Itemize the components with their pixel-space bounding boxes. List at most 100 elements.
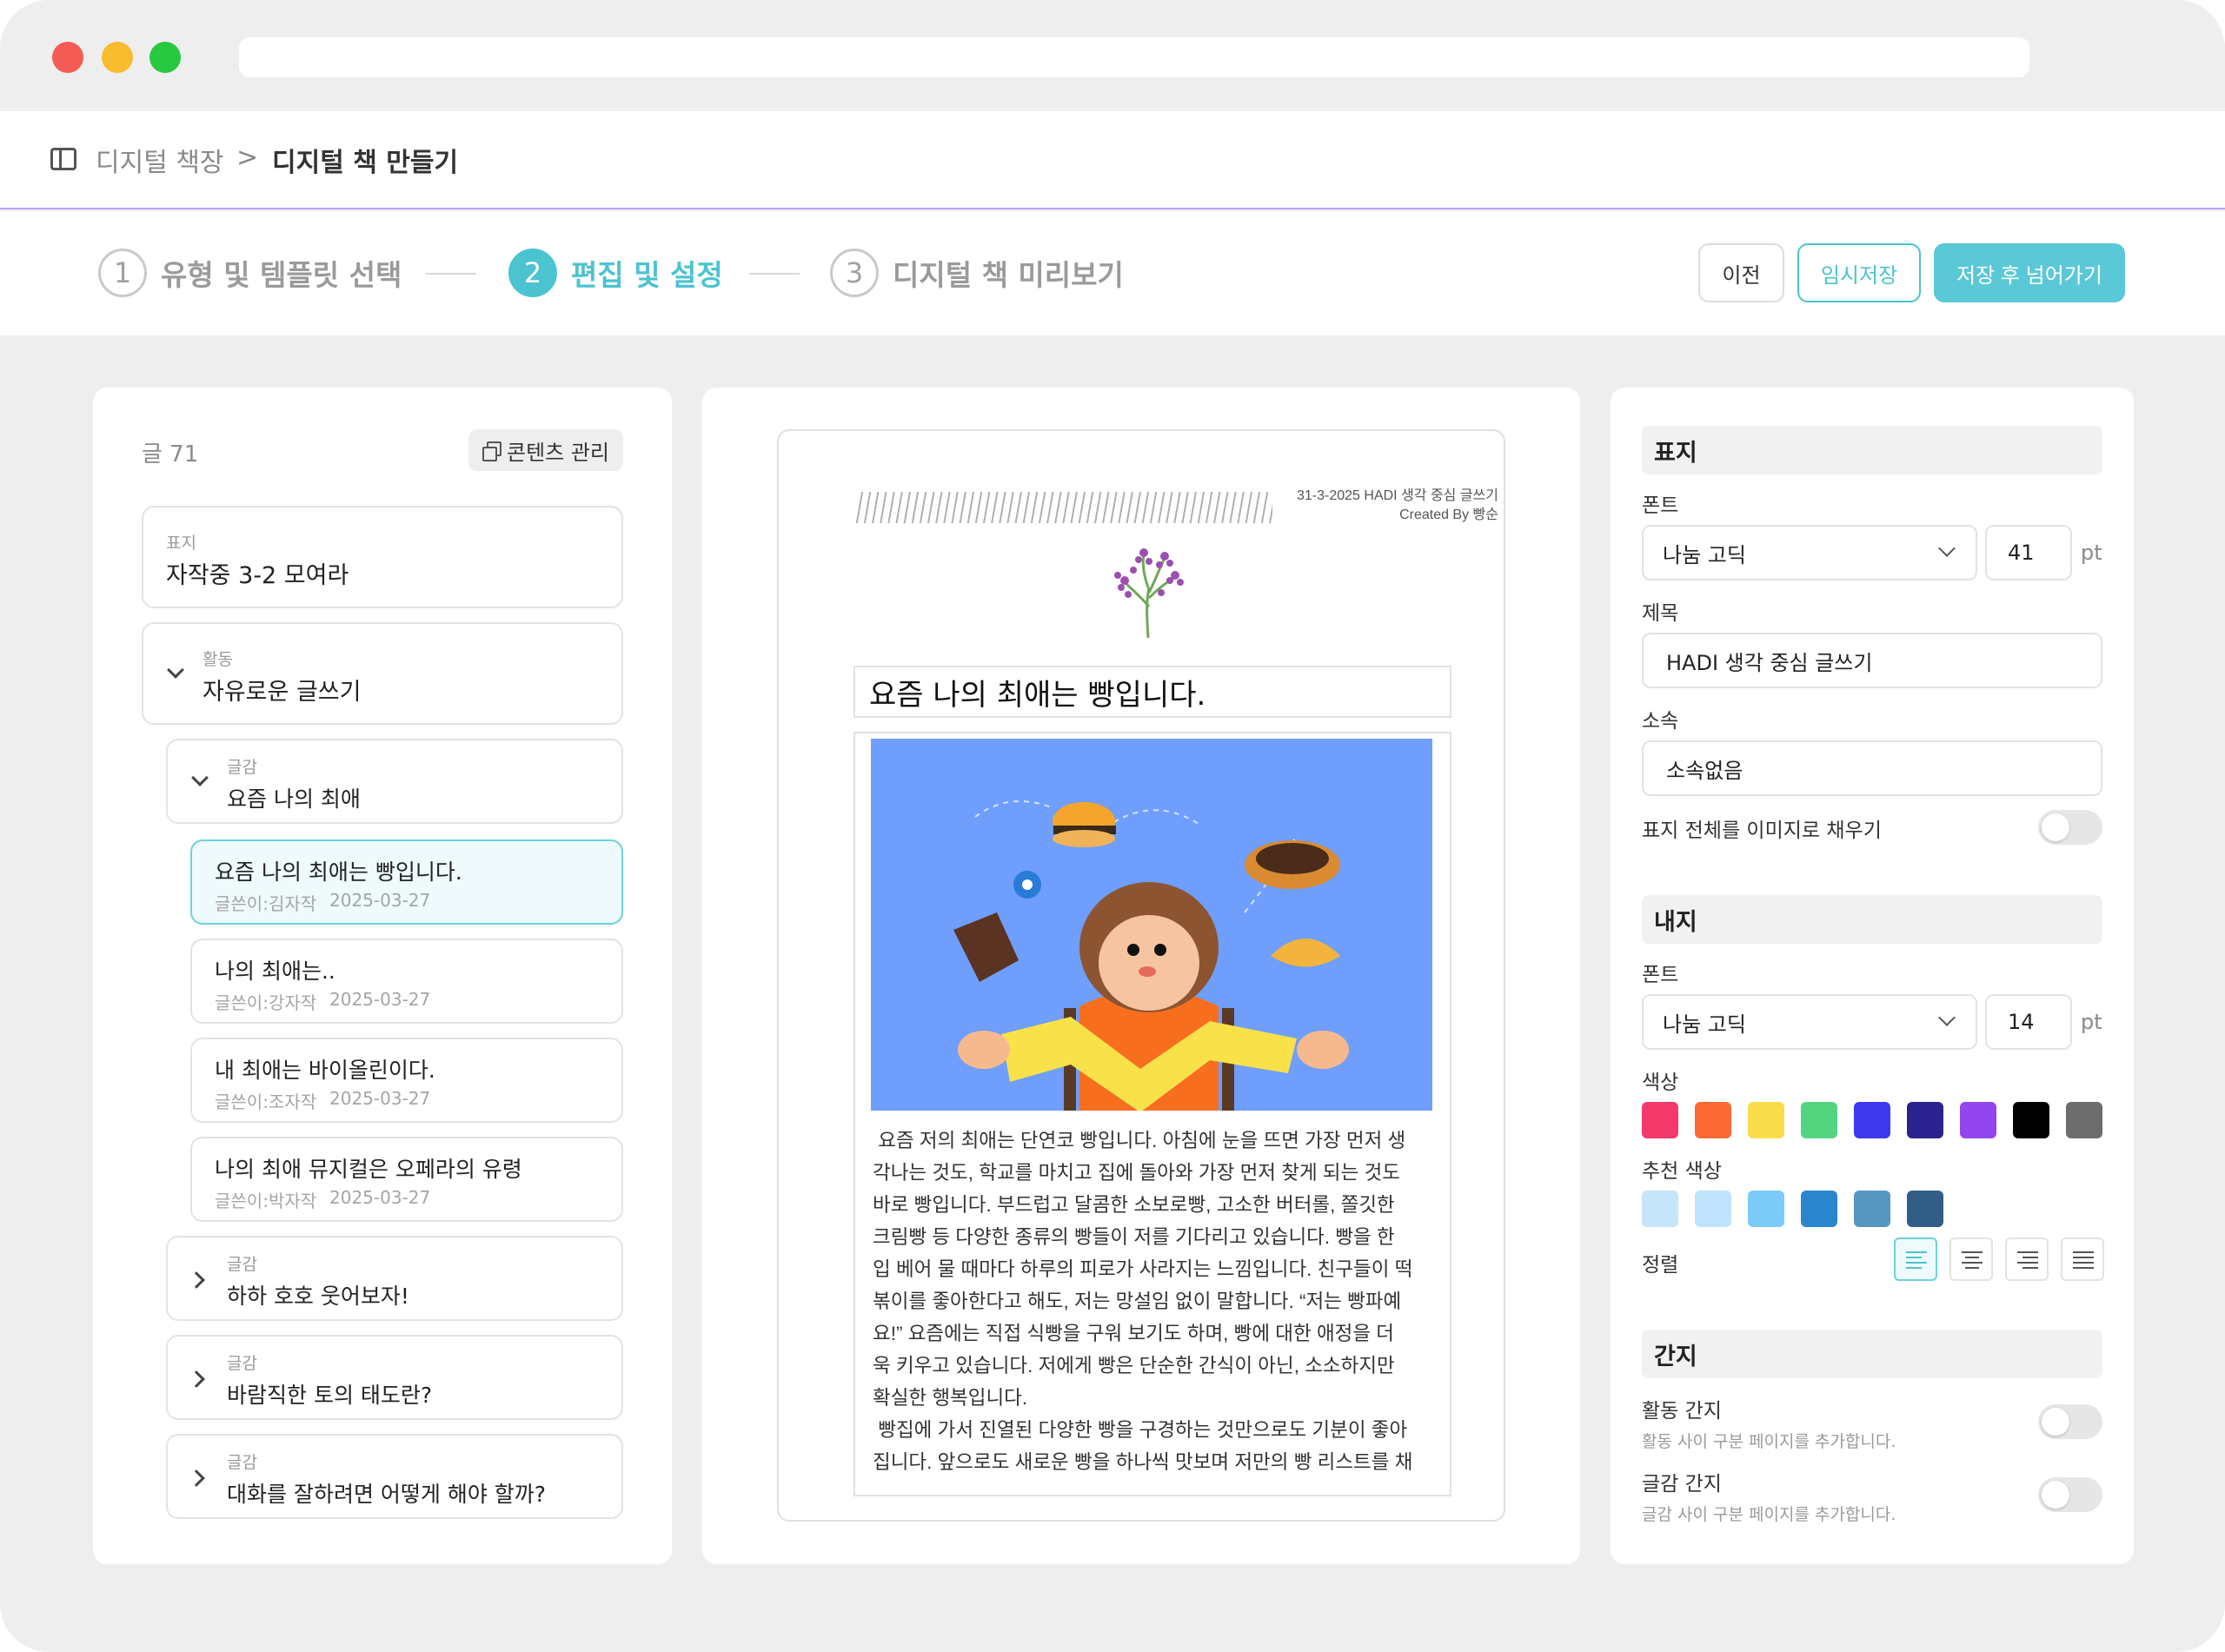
chevron-right-icon[interactable] <box>188 1470 205 1487</box>
post-title: 내 최애는 바이올린이다. <box>215 1058 435 1083</box>
color-swatch[interactable] <box>1907 1102 1943 1138</box>
post-item[interactable]: 내 최애는 바이올린이다. 글쓴이:조자작 2025-03-27 <box>190 1038 623 1123</box>
color-swatch[interactable] <box>1854 1102 1890 1138</box>
bread-illustration <box>871 739 1432 1111</box>
cover-font-size-input[interactable]: 41 <box>1985 525 2072 581</box>
cover-section-heading: 표지 <box>1642 426 2102 474</box>
color-swatch[interactable] <box>1801 1102 1837 1138</box>
body-line: 확실한 행복입니다. <box>873 1387 1028 1409</box>
body-line: 요즘 저의 최애는 단연코 빵입니다. 아침에 눈을 뜨면 가장 먼저 생 <box>873 1130 1406 1151</box>
topic-card[interactable]: 글감 바람직한 토의 태도란? <box>166 1335 623 1420</box>
cover-font-label: 폰트 <box>1642 494 1679 517</box>
color-swatch[interactable] <box>1642 1102 1678 1138</box>
post-count: 글 71 <box>142 441 199 468</box>
prev-button[interactable]: 이전 <box>1698 243 1784 302</box>
step-connector <box>749 273 800 275</box>
step-label: 디지털 책 미리보기 <box>893 258 1124 292</box>
activity-divider-label: 활동 간지 <box>1642 1400 1722 1423</box>
inner-font-label: 폰트 <box>1642 964 1679 986</box>
content-manage-button[interactable]: 콘텐츠 관리 <box>468 429 623 471</box>
browser-window: 디지털 책장 > 디지털 책 만들기 1 유형 및 템플릿 선택 2 편집 및 … <box>0 0 2225 1652</box>
chevron-down-icon <box>1938 540 1956 557</box>
card-type-label: 글감 <box>227 1354 257 1373</box>
post-author: 글쓴이:조자작 <box>215 1091 317 1112</box>
title-bar <box>0 0 2225 111</box>
address-bar[interactable] <box>239 37 2029 77</box>
step-2[interactable]: 2 편집 및 설정 <box>508 248 723 298</box>
chevron-down-icon[interactable] <box>167 661 184 679</box>
card-title: 바람직한 토의 태도란? <box>227 1383 433 1408</box>
page-body[interactable]: 요즘 저의 최애는 단연코 빵입니다. 아침에 눈을 뜨면 가장 먼저 생 각나는… <box>853 732 1451 1496</box>
recommended-color-swatch[interactable] <box>1642 1191 1678 1227</box>
cover-affiliation-input[interactable]: 소속없음 <box>1642 740 2102 796</box>
save-next-button[interactable]: 저장 후 넘어가기 <box>1934 243 2125 302</box>
post-date: 2025-03-27 <box>329 1187 431 1208</box>
step-label: 편집 및 설정 <box>571 258 723 292</box>
step-3[interactable]: 3 디지털 책 미리보기 <box>830 248 1124 298</box>
card-type-label: 글감 <box>227 758 257 777</box>
maximize-window-dot[interactable] <box>149 42 181 73</box>
sidebar-toggle-icon[interactable] <box>50 148 76 170</box>
post-title: 나의 최애 뮤지컬은 오페라의 유령 <box>215 1157 522 1182</box>
recommended-color-swatch[interactable] <box>1854 1191 1890 1227</box>
card-type-label: 글감 <box>227 1255 257 1274</box>
topic-card-open[interactable]: 글감 요즘 나의 최애 <box>166 739 623 824</box>
cover-card[interactable]: 표지 자작중 3-2 모여라 <box>142 506 623 608</box>
step-connector <box>426 273 476 275</box>
color-swatch[interactable] <box>1695 1102 1731 1138</box>
align-justify-button[interactable] <box>2061 1237 2104 1281</box>
activity-card[interactable]: 활동 자유로운 글쓰기 <box>142 622 623 725</box>
color-swatch[interactable] <box>2066 1102 2102 1138</box>
step-1[interactable]: 1 유형 및 템플릿 선택 <box>98 248 402 298</box>
activity-divider-toggle[interactable] <box>2038 1404 2102 1439</box>
book-page[interactable]: 31-3-2025 HADI 생각 중심 글쓰기 Created By 빵순 요… <box>777 429 1505 1522</box>
breadcrumb-parent[interactable]: 디지털 책장 <box>96 141 224 179</box>
topic-divider-toggle[interactable] <box>2038 1477 2102 1512</box>
temp-save-button[interactable]: 임시저장 <box>1797 243 1921 302</box>
chevron-right-icon[interactable] <box>188 1271 205 1289</box>
page-title[interactable]: 요즘 나의 최애는 빵입니다. <box>853 666 1451 718</box>
inner-font-size-input[interactable]: 14 <box>1985 994 2072 1050</box>
post-item[interactable]: 나의 최애 뮤지컬은 오페라의 유령 글쓴이:박자작 2025-03-27 <box>190 1137 623 1222</box>
post-title: 요즘 나의 최애는 빵입니다. <box>215 859 462 885</box>
align-left-button[interactable] <box>1894 1237 1937 1281</box>
chevron-down-icon[interactable] <box>191 769 209 786</box>
topic-card[interactable]: 글감 하하 호호 웃어보자! <box>166 1236 623 1321</box>
minimize-window-dot[interactable] <box>102 42 133 73</box>
recommended-color-swatch[interactable] <box>1801 1191 1837 1227</box>
topic-card[interactable]: 글감 대화를 잘하려면 어떻게 해야 할까? <box>166 1434 623 1519</box>
color-swatch[interactable] <box>1960 1102 1996 1138</box>
card-type-label: 활동 <box>203 650 233 669</box>
post-author: 글쓴이:김자작 <box>215 893 317 914</box>
inner-font-size-unit: pt <box>2081 1010 2102 1034</box>
close-window-dot[interactable] <box>52 42 83 73</box>
card-title: 자작중 3-2 모여라 <box>166 562 349 589</box>
step-label: 유형 및 템플릿 선택 <box>161 258 402 292</box>
hatch-decoration <box>855 492 1272 523</box>
cover-fill-image-toggle[interactable] <box>2038 810 2102 845</box>
recommended-color-swatch[interactable] <box>1695 1191 1731 1227</box>
color-swatch[interactable] <box>1748 1102 1784 1138</box>
color-swatch[interactable] <box>2013 1102 2049 1138</box>
activity-divider-desc: 활동 사이 구분 페이지를 추가합니다. <box>1642 1432 1896 1451</box>
body-line: 집니다. 앞으로도 새로운 빵을 하나씩 맛보며 저만의 빵 리스트를 채 <box>873 1451 1413 1473</box>
recommended-color-swatch[interactable] <box>1748 1191 1784 1227</box>
post-item[interactable]: 요즘 나의 최애는 빵입니다. 글쓴이:김자작 2025-03-27 <box>190 839 623 925</box>
cover-font-select[interactable]: 나눔 고딕 <box>1642 525 1977 581</box>
settings-panel: 표지 폰트 나눔 고딕 41 pt 제목 HADI 생각 중심 글쓰기 소속 소… <box>1611 388 2134 1564</box>
post-date: 2025-03-27 <box>329 890 431 911</box>
align-center-button[interactable] <box>1949 1237 1993 1281</box>
body-line: 볶이를 좋아한다고 해도, 저는 망설임 없이 말합니다. “저는 빵파예 <box>873 1290 1402 1312</box>
inner-section-heading: 내지 <box>1642 895 2102 944</box>
align-right-button[interactable] <box>2005 1237 2049 1281</box>
inner-font-select[interactable]: 나눔 고딕 <box>1642 994 1977 1050</box>
chevron-right-icon[interactable] <box>188 1370 205 1388</box>
copy-icon <box>482 441 501 461</box>
step-number: 2 <box>508 249 557 297</box>
post-item[interactable]: 나의 최애는.. 글쓴이:강자작 2025-03-27 <box>190 939 623 1024</box>
page-header: 31-3-2025 HADI 생각 중심 글쓰기 Created By 빵순 <box>1297 487 1498 525</box>
color-label: 색상 <box>1642 1071 1679 1094</box>
cover-title-input[interactable]: HADI 생각 중심 글쓰기 <box>1642 633 2102 688</box>
recommended-color-swatch[interactable] <box>1907 1191 1943 1227</box>
card-type-label: 글감 <box>227 1453 257 1472</box>
